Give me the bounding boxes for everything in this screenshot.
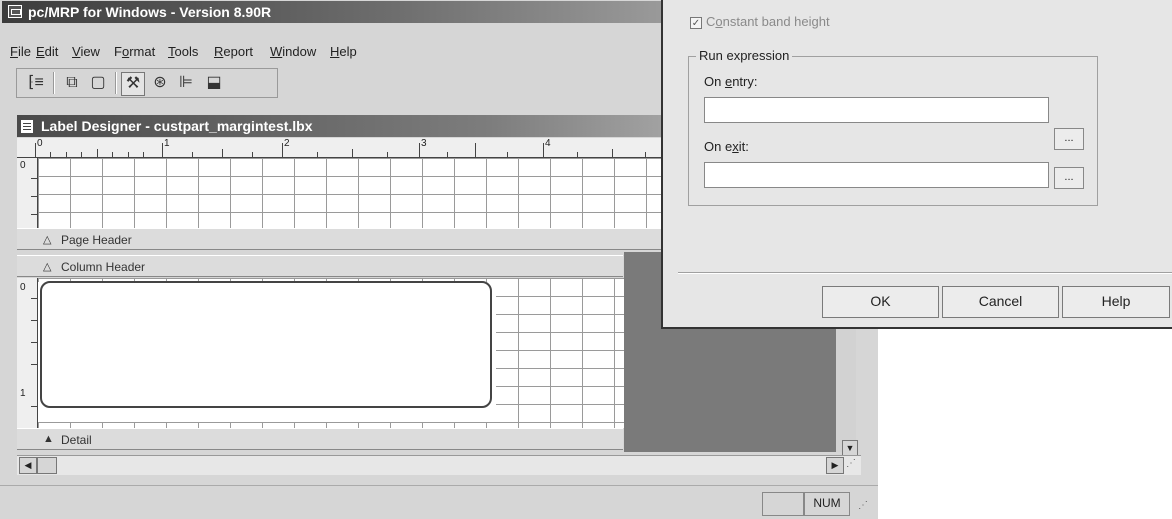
ruler-tick	[31, 342, 37, 343]
on-entry-browse-button[interactable]: ...	[1054, 128, 1084, 150]
ruler-tick	[612, 149, 613, 157]
horizontal-scrollbar[interactable]	[17, 455, 861, 475]
label-designer-title: Label Designer - custpart_margintest.lbx	[41, 118, 313, 134]
ruler-tick	[447, 152, 448, 157]
properties-icon[interactable]: ⁅≡	[25, 72, 47, 94]
align-icon[interactable]: ⊫	[175, 72, 197, 94]
tools-icon[interactable]: ⚒	[121, 72, 145, 96]
scroll-right-icon[interactable]: ▶	[826, 457, 844, 474]
ruler-tick	[50, 152, 51, 157]
ruler-label: 0	[37, 138, 43, 149]
ruler-tick	[419, 143, 420, 157]
ruler-tick	[31, 406, 37, 407]
ruler-tick	[543, 143, 544, 157]
app-title: pc/MRP for Windows - Version 8.90R	[28, 4, 272, 20]
toolbar: ⁅≡ ⧉ ▢ ⚒ ⊛ ⊫ ⬓	[16, 68, 278, 98]
ruler-tick	[387, 152, 388, 157]
band-column-header[interactable]: △ Column Header	[17, 255, 623, 277]
ruler-tick	[317, 152, 318, 157]
ruler-label: 1	[164, 138, 170, 149]
status-num: NUM	[804, 492, 850, 516]
ruler-tick	[475, 143, 476, 157]
ruler-tick	[222, 149, 223, 157]
constant-band-height-checkbox[interactable]: ✓	[690, 17, 702, 29]
on-exit-browse-button[interactable]: ...	[1054, 167, 1084, 189]
ruler-label: 0	[20, 282, 26, 293]
status-cell	[762, 492, 804, 516]
ruler-tick	[282, 143, 283, 157]
on-entry-label: On entry:	[704, 74, 758, 89]
paint-icon[interactable]: ⬓	[203, 72, 225, 94]
menu-view[interactable]: View	[72, 44, 100, 59]
ruler-tick	[97, 149, 98, 157]
ruler-label: 1	[20, 388, 26, 399]
code-icon[interactable]: ⊛	[149, 72, 171, 94]
run-expression-title: Run expression	[696, 48, 793, 63]
ruler-tick	[66, 152, 67, 157]
resize-grip-icon[interactable]: ⋰	[858, 500, 868, 511]
ruler-tick	[143, 152, 144, 157]
ruler-tick	[645, 152, 646, 157]
ruler-tick	[31, 364, 37, 365]
toolbar-separator	[53, 72, 55, 94]
menu-window[interactable]: Window	[270, 44, 316, 59]
collapse-triangle-icon: △	[43, 261, 52, 273]
data-environment-icon[interactable]: ⧉	[61, 72, 83, 94]
ruler-tick	[112, 152, 113, 157]
status-bar: NUM ⋰	[0, 485, 878, 519]
ruler-tick	[192, 152, 193, 157]
help-button[interactable]: Help	[1062, 286, 1170, 318]
page-icon[interactable]: ▢	[87, 72, 109, 94]
on-entry-input[interactable]	[704, 97, 1049, 123]
label-rounded-rectangle[interactable]	[40, 281, 492, 408]
band-detail[interactable]: ▲ Detail	[17, 428, 623, 450]
collapse-triangle-filled-icon: ▲	[43, 433, 54, 445]
vertical-ruler-detail: 0 1	[17, 278, 38, 428]
menu-file[interactable]: File	[10, 44, 31, 59]
band-label: Detail	[61, 433, 92, 447]
band-label: Page Header	[61, 233, 132, 247]
ruler-tick	[162, 143, 163, 157]
band-label: Column Header	[61, 260, 146, 274]
menu-format[interactable]: Format	[114, 44, 155, 59]
document-icon[interactable]	[21, 120, 33, 133]
ok-button[interactable]: OK	[822, 286, 939, 318]
ruler-tick	[35, 143, 36, 157]
ruler-tick	[31, 214, 37, 215]
constant-band-height-label: Constant band height	[706, 14, 830, 29]
ruler-tick	[31, 178, 37, 179]
ruler-tick	[81, 152, 82, 157]
ruler-label: 2	[284, 138, 290, 149]
ruler-label: 4	[545, 138, 551, 149]
scrollbar-thumb[interactable]	[37, 457, 57, 474]
ruler-tick	[31, 196, 37, 197]
toolbar-separator	[115, 72, 117, 94]
ruler-tick	[352, 149, 353, 157]
app-icon[interactable]	[8, 5, 22, 18]
ruler-label: 0	[20, 160, 26, 171]
ruler-label: 3	[421, 138, 427, 149]
on-exit-label: On exit:	[704, 139, 749, 154]
ruler-tick	[31, 320, 37, 321]
vertical-ruler-page-header: 0	[17, 158, 38, 228]
menu-edit[interactable]: Edit	[36, 44, 58, 59]
menu-tools[interactable]: Tools	[168, 44, 198, 59]
menu-report[interactable]: Report	[214, 44, 253, 59]
ruler-tick	[507, 152, 508, 157]
ruler-tick	[252, 152, 253, 157]
ruler-tick	[31, 298, 37, 299]
ruler-tick	[577, 152, 578, 157]
menu-help[interactable]: Help	[330, 44, 357, 59]
resize-grip-icon[interactable]: ⋰	[846, 458, 862, 474]
ruler-tick	[128, 152, 129, 157]
collapse-triangle-icon: △	[43, 234, 52, 246]
scroll-left-icon[interactable]: ◀	[19, 457, 37, 474]
dialog-separator	[678, 272, 1172, 274]
cancel-button[interactable]: Cancel	[942, 286, 1059, 318]
on-exit-input[interactable]	[704, 162, 1049, 188]
